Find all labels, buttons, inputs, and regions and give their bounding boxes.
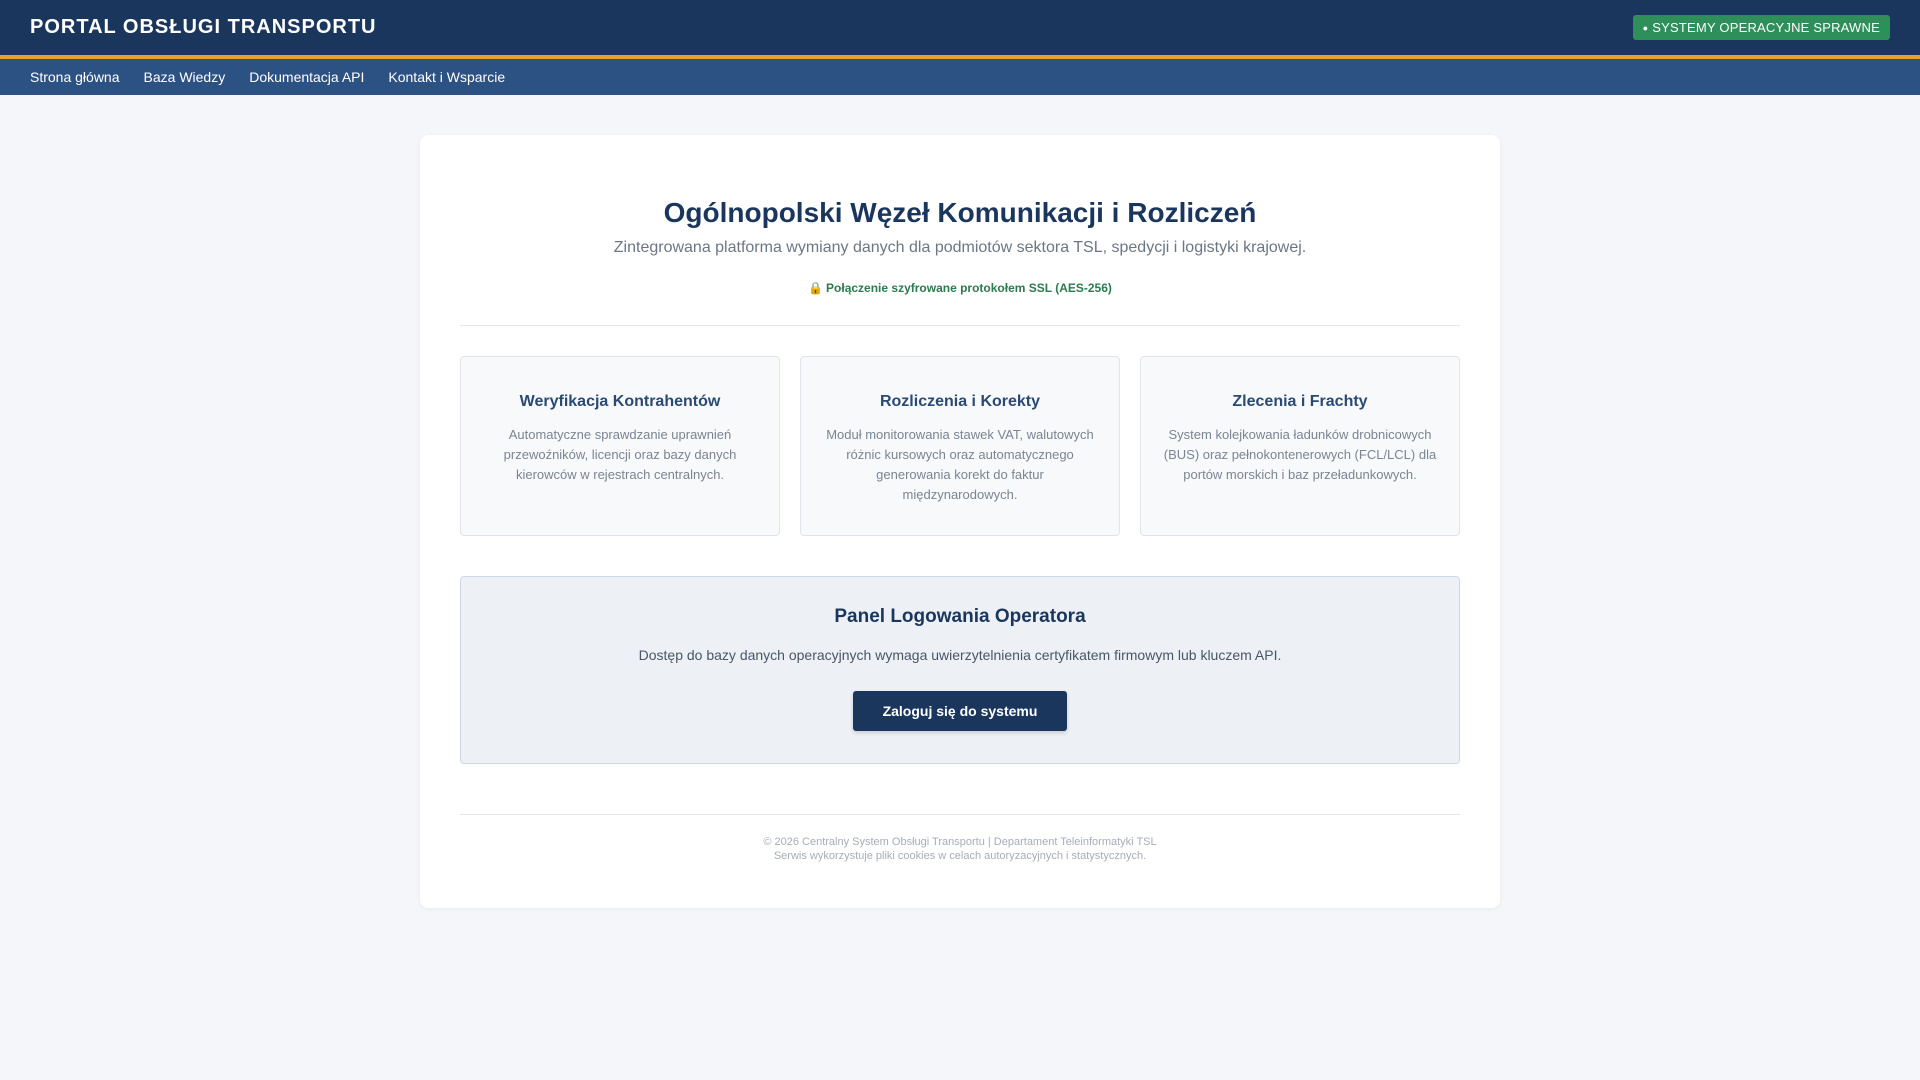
footer-divider bbox=[460, 814, 1460, 815]
page-title: Ogólnopolski Węzeł Komunikacji i Rozlicz… bbox=[663, 197, 1257, 228]
content-card: Ogólnopolski Węzeł Komunikacji i Rozlicz… bbox=[420, 135, 1500, 908]
feature-title: Weryfikacja Kontrahentów bbox=[519, 393, 721, 410]
login-panel-title: Panel Logowania Operatora bbox=[834, 606, 1086, 627]
top-header: PORTAL OBSŁUGI TRANSPORTU ● SYSTEMY OPERA… bbox=[0, 0, 1920, 59]
footer-cookies-note: Serwis wykorzystuje pliki cookies w cela… bbox=[773, 850, 1147, 862]
lock-icon: 🔒 bbox=[808, 281, 824, 295]
nav-link-contact-support[interactable]: Kontakt i Wsparcie bbox=[388, 69, 505, 85]
feature-description: Automatyczne sprawdzanie uprawnień przew… bbox=[503, 427, 737, 482]
section-divider bbox=[460, 325, 1460, 326]
status-badge-label: SYSTEMY OPERACYJNE SPRAWNE bbox=[1652, 20, 1880, 35]
nav-link-home[interactable]: Strona główna bbox=[30, 69, 120, 85]
feature-description: System kolejkowania ładunków drobnicowyc… bbox=[1163, 427, 1437, 482]
nav-link-api-docs[interactable]: Dokumentacja API bbox=[249, 69, 364, 85]
status-dot-icon: ● bbox=[1642, 23, 1649, 33]
system-status-badge: ● SYSTEMY OPERACYJNE SPRAWNE bbox=[1632, 15, 1890, 40]
feature-description: Moduł monitorowania stawek VAT, walutowy… bbox=[826, 427, 1094, 502]
ssl-note-text: Połączenie szyfrowane protokołem SSL (AE… bbox=[826, 281, 1112, 295]
hero-section: Ogólnopolski Węzeł Komunikacji i Rozlicz… bbox=[460, 135, 1460, 295]
login-button[interactable]: Zaloguj się do systemu bbox=[853, 691, 1067, 731]
nav-link-knowledge-base[interactable]: Baza Wiedzy bbox=[144, 69, 226, 85]
login-panel: Panel Logowania Operatora Dostęp do bazy… bbox=[460, 576, 1460, 764]
footer: © 2026 Centralny System Obsługi Transpor… bbox=[460, 835, 1460, 863]
feature-card-settlements: Rozliczenia i Korekty Moduł monitorowani… bbox=[800, 356, 1120, 536]
feature-card-verification: Weryfikacja Kontrahentów Automatyczne sp… bbox=[460, 356, 780, 536]
portal-title: PORTAL OBSŁUGI TRANSPORTU bbox=[30, 16, 377, 38]
ssl-note: 🔒 Połączenie szyfrowane protokołem SSL (A… bbox=[460, 281, 1460, 295]
feature-card-orders: Zlecenia i Frachty System kolejkowania ł… bbox=[1140, 356, 1460, 536]
main-nav: Strona główna Baza Wiedzy Dokumentacja A… bbox=[0, 59, 1920, 95]
feature-title: Rozliczenia i Korekty bbox=[879, 393, 1041, 410]
footer-copyright: © 2026 Centralny System Obsługi Transpor… bbox=[763, 836, 1157, 848]
login-panel-description: Dostęp do bazy danych operacyjnych wymag… bbox=[638, 647, 1282, 663]
page-subtitle: Zintegrowana platforma wymiany danych dl… bbox=[613, 239, 1307, 256]
feature-title: Zlecenia i Frachty bbox=[1232, 393, 1368, 410]
features-section: Weryfikacja Kontrahentów Automatyczne sp… bbox=[460, 356, 1460, 536]
